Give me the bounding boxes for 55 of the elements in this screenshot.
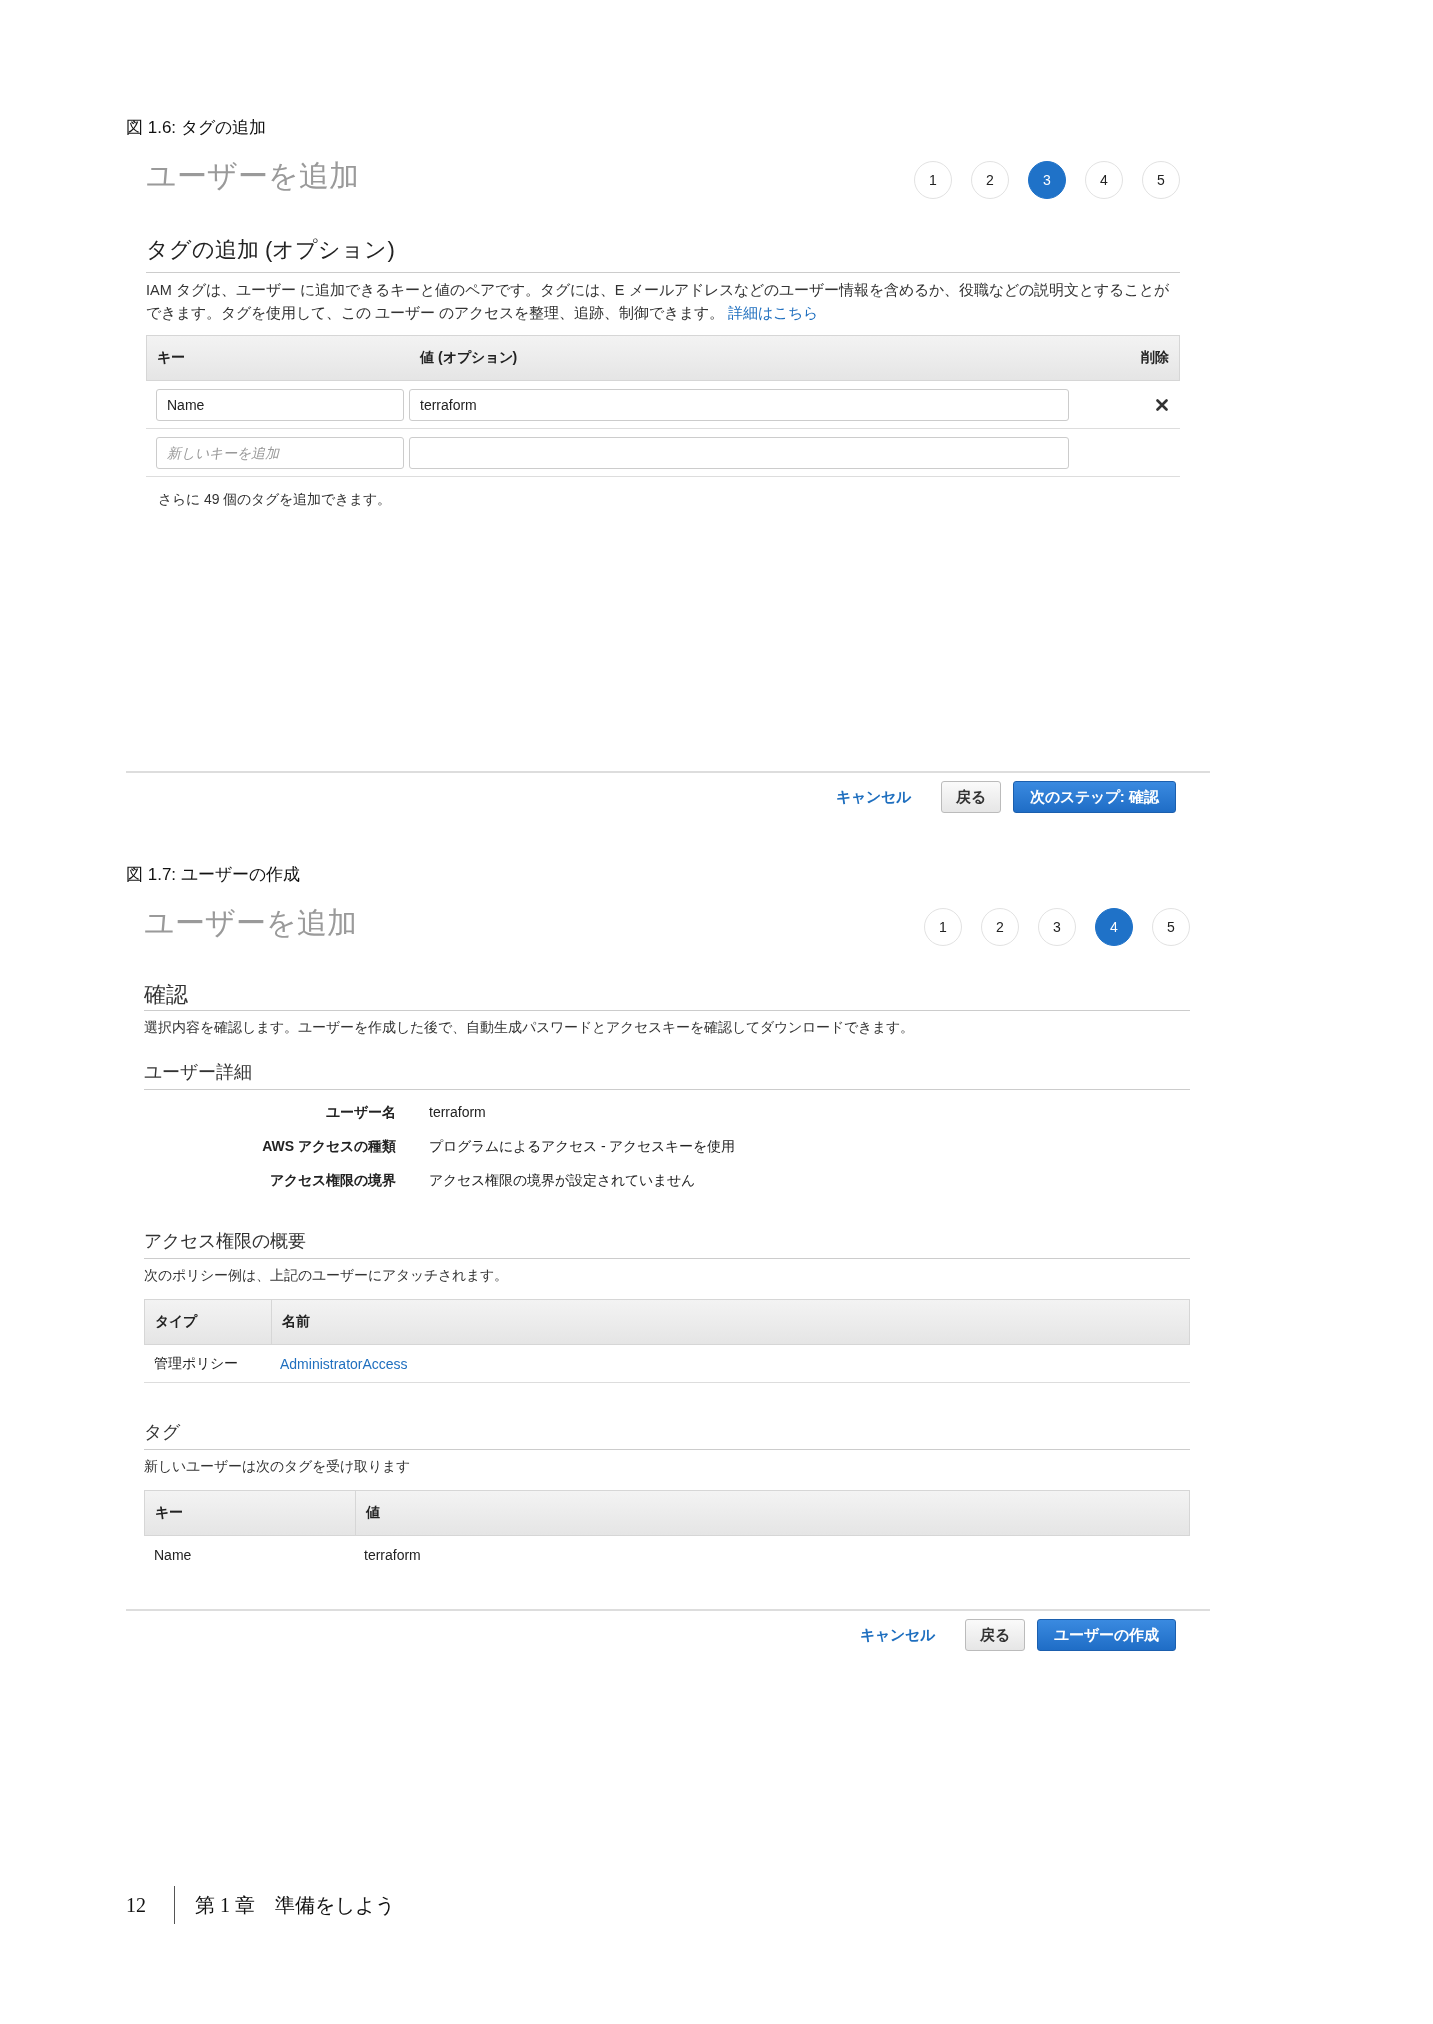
step-indicator[interactable]: 2 <box>981 908 1019 946</box>
back-button[interactable]: 戻る <box>965 1619 1025 1651</box>
detail-label: AWS アクセスの種類 <box>261 1137 396 1156</box>
detail-value: terraform <box>429 1103 487 1122</box>
section-text: 新しいユーザーは次のタグを受け取ります <box>144 1458 411 1476</box>
column-header: 値 (オプション) <box>420 349 519 367</box>
column-header: 削除 <box>1140 349 1169 367</box>
remove-icon[interactable] <box>1156 398 1168 411</box>
step-indicator[interactable]: 3 <box>1038 908 1076 946</box>
value-field[interactable] <box>409 436 1069 469</box>
key-field[interactable]: 新しいキーを追加 <box>156 436 404 469</box>
learn-more-link[interactable]: 詳細はこちら <box>728 305 819 321</box>
detail-value: プログラムによるアクセス - アクセスキーを使用 <box>429 1137 737 1156</box>
step-indicator[interactable]: 1 <box>924 908 962 946</box>
table-cell-text: Name <box>153 1547 193 1563</box>
section-text: 選択内容を確認します。ユーザーを作成した後で、自動生成パスワードとアクセスキーを確認してダウンロードできます。 <box>144 1019 915 1037</box>
step-indicator[interactable]: 4 <box>1095 908 1133 946</box>
column-header: タイプ <box>154 1312 199 1331</box>
page-number: 12 <box>126 1893 146 1917</box>
figure-caption: 図 1.6: タグの追加 <box>126 118 267 138</box>
column-header: キー <box>154 1503 184 1522</box>
section-text: 次のポリシー例は、上記のユーザーにアタッチされます。 <box>144 1267 509 1285</box>
cancel-link[interactable]: キャンセル <box>860 1625 935 1645</box>
cancel-link[interactable]: キャンセル <box>835 787 911 807</box>
detail-value: アクセス権限の境界が設定されていません <box>429 1171 696 1190</box>
step-indicator[interactable]: 5 <box>1142 161 1180 199</box>
column-header: キー <box>157 349 186 367</box>
detail-label: アクセス権限の境界 <box>269 1171 396 1190</box>
step-indicator[interactable]: 1 <box>914 161 952 199</box>
section-heading: タグの追加 (オプション) <box>146 236 1180 273</box>
page-title: ユーザーを追加 <box>146 158 359 194</box>
detail-label: ユーザー名 <box>325 1103 396 1122</box>
remaining-tags-note: さらに 49 個のタグを追加できます。 <box>158 491 393 509</box>
key-field[interactable]: Name <box>156 388 404 421</box>
table-cell-text: 管理ポリシー <box>153 1354 239 1373</box>
policy-link[interactable]: AdministratorAccess <box>270 1355 1190 1372</box>
figure-caption: 図 1.7: ユーザーの作成 <box>126 865 301 885</box>
table-cell-text: terraform <box>363 1547 422 1563</box>
description-text: IAM タグは、ユーザー に追加できるキーと値のペアです。タグには、E メールアドレスなどのユーザー情報を含めるか、役職などの説明文とすることができます。タグを使用して、この ユーザー のアクセスを整理、追跡、制御できます。 詳細はこちら <box>146 281 1170 323</box>
section-heading: ユーザー詳細 <box>144 1059 1190 1090</box>
page-title: ユーザーを追加 <box>144 905 357 941</box>
section-heading: タグ <box>144 1419 1190 1450</box>
step-indicator[interactable]: 5 <box>1152 908 1190 946</box>
back-button[interactable]: 戻る <box>940 781 1001 813</box>
column-header: 名前 <box>271 1300 1189 1344</box>
step-indicator[interactable]: 2 <box>971 161 1009 199</box>
value-field[interactable]: terraform <box>409 388 1069 421</box>
column-header: 値 <box>355 1491 1189 1535</box>
section-heading: アクセス権限の概要 <box>144 1228 1190 1259</box>
primary-button[interactable]: ユーザーの作成 <box>1037 1619 1176 1651</box>
primary-button[interactable]: 次のステップ: 確認 <box>1012 781 1176 813</box>
step-indicator[interactable]: 4 <box>1085 161 1123 199</box>
step-indicator[interactable]: 3 <box>1028 161 1066 199</box>
section-heading: 確認 <box>144 982 1190 1011</box>
chapter-title: 第 1 章 準備をしよう <box>195 1892 395 1918</box>
